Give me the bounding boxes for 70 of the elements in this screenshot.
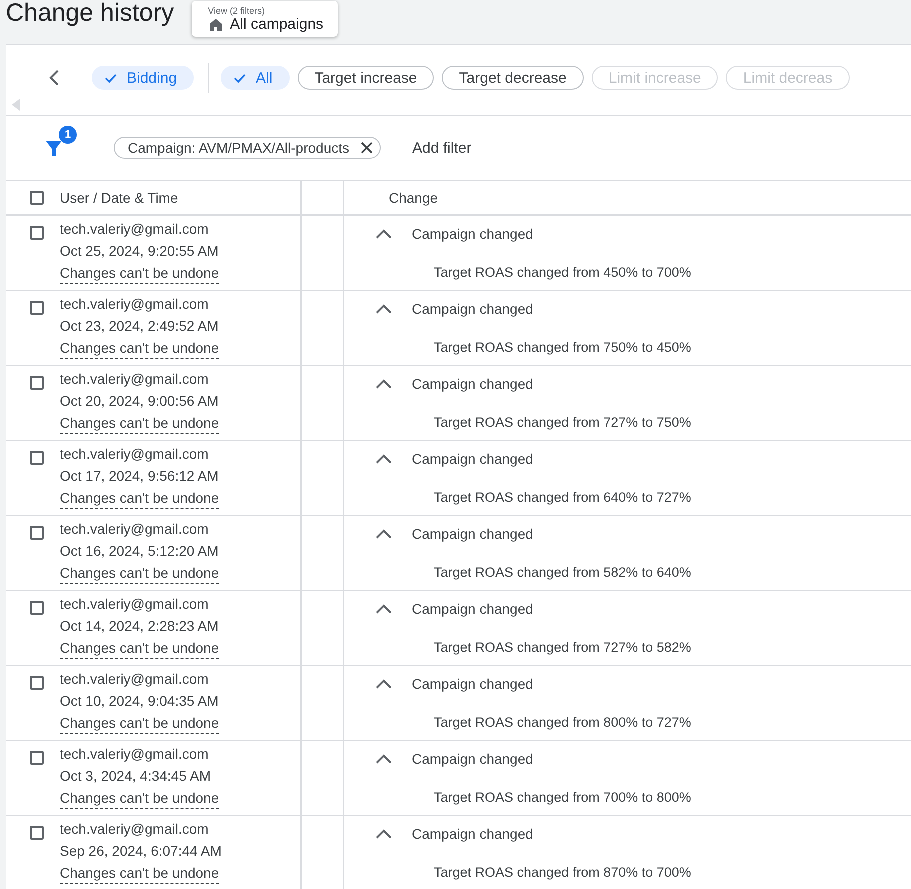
add-filter-button[interactable]: Add filter	[412, 140, 472, 156]
date-time: Oct 25, 2024, 9:20:55 AM	[60, 242, 220, 261]
filter-chip[interactable]: Target decrease	[442, 66, 584, 90]
filter-chip[interactable]: All	[221, 66, 290, 90]
user-email: tech.valeriy@gmail.com	[60, 820, 210, 839]
change-title: Campaign changed	[412, 751, 534, 767]
undo-note[interactable]: Changes can't be undone	[60, 489, 220, 509]
change-detail: Target ROAS changed from 727% to 582%	[434, 640, 692, 655]
user-email: tech.valeriy@gmail.com	[60, 520, 210, 539]
undo-note[interactable]: Changes can't be undone	[60, 414, 220, 434]
change-title: Campaign changed	[412, 676, 534, 692]
user-email: tech.valeriy@gmail.com	[60, 595, 210, 614]
change-title: Campaign changed	[412, 376, 534, 392]
date-time: Oct 20, 2024, 9:00:56 AM	[60, 392, 220, 411]
checkbox[interactable]	[30, 226, 44, 240]
checkbox[interactable]	[30, 301, 44, 315]
change-detail: Target ROAS changed from 727% to 750%	[434, 415, 692, 430]
change-title: Campaign changed	[412, 826, 534, 842]
checkbox[interactable]	[30, 826, 44, 840]
change-title: Campaign changed	[412, 226, 534, 242]
column-header[interactable]: User / Date & Time	[60, 190, 178, 206]
checkbox[interactable]	[30, 190, 44, 204]
date-time: Oct 23, 2024, 2:49:52 AM	[60, 317, 220, 336]
change-detail: Target ROAS changed from 640% to 727%	[434, 490, 692, 505]
close-icon[interactable]	[360, 141, 374, 155]
filter-icon[interactable]	[46, 141, 62, 157]
user-email: tech.valeriy@gmail.com	[60, 295, 210, 314]
filter-chip[interactable]: Bidding	[92, 66, 194, 90]
checkbox[interactable]	[30, 676, 44, 690]
view-selector[interactable]: View (2 filters) All campaigns	[192, 1, 338, 37]
undo-note[interactable]: Changes can't be undone	[60, 639, 220, 659]
undo-note[interactable]: Changes can't be undone	[60, 339, 220, 359]
date-time: Oct 3, 2024, 4:34:45 AM	[60, 767, 212, 786]
change-title: Campaign changed	[412, 601, 534, 617]
change-detail: Target ROAS changed from 750% to 450%	[434, 340, 692, 355]
change-detail: Target ROAS changed from 870% to 700%	[434, 865, 692, 880]
checkbox[interactable]	[30, 526, 44, 540]
date-time: Oct 17, 2024, 9:56:12 AM	[60, 467, 220, 486]
change-detail: Target ROAS changed from 700% to 800%	[434, 790, 692, 805]
date-time: Oct 16, 2024, 5:12:20 AM	[60, 542, 220, 561]
change-detail: Target ROAS changed from 800% to 727%	[434, 715, 692, 730]
checkbox[interactable]	[30, 451, 44, 465]
checkbox[interactable]	[30, 376, 44, 390]
checkbox[interactable]	[30, 751, 44, 765]
user-email: tech.valeriy@gmail.com	[60, 745, 210, 764]
user-email: tech.valeriy@gmail.com	[60, 220, 210, 239]
undo-note[interactable]: Changes can't be undone	[60, 714, 220, 734]
filter-chip[interactable]: Target increase	[298, 66, 434, 90]
date-time: Sep 26, 2024, 6:07:44 AM	[60, 842, 222, 861]
filter-chip-label: Campaign: AVM/PMAX/All-products	[128, 140, 350, 156]
column-header[interactable]: Change	[389, 190, 438, 206]
date-time: Oct 10, 2024, 9:04:35 AM	[60, 692, 220, 711]
filter-chip[interactable]: Campaign: AVM/PMAX/All-products	[114, 137, 380, 159]
change-title: Campaign changed	[412, 451, 534, 467]
undo-note[interactable]: Changes can't be undone	[60, 264, 220, 284]
undo-note[interactable]: Changes can't be undone	[60, 789, 220, 809]
user-email: tech.valeriy@gmail.com	[60, 670, 210, 689]
change-title: Campaign changed	[412, 301, 534, 317]
page-title: Change history	[5, 0, 174, 28]
campaign-home-icon	[208, 17, 224, 33]
undo-note[interactable]: Changes can't be undone	[60, 864, 220, 884]
user-email: tech.valeriy@gmail.com	[60, 370, 210, 389]
user-email: tech.valeriy@gmail.com	[60, 445, 210, 464]
undo-note[interactable]: Changes can't be undone	[60, 564, 220, 584]
checkbox[interactable]	[30, 601, 44, 615]
change-title: Campaign changed	[412, 526, 534, 542]
change-detail: Target ROAS changed from 582% to 640%	[434, 565, 692, 580]
filter-count-badge: 1	[59, 126, 77, 144]
change-detail: Target ROAS changed from 450% to 700%	[434, 265, 692, 280]
date-time: Oct 14, 2024, 2:28:23 AM	[60, 617, 220, 636]
